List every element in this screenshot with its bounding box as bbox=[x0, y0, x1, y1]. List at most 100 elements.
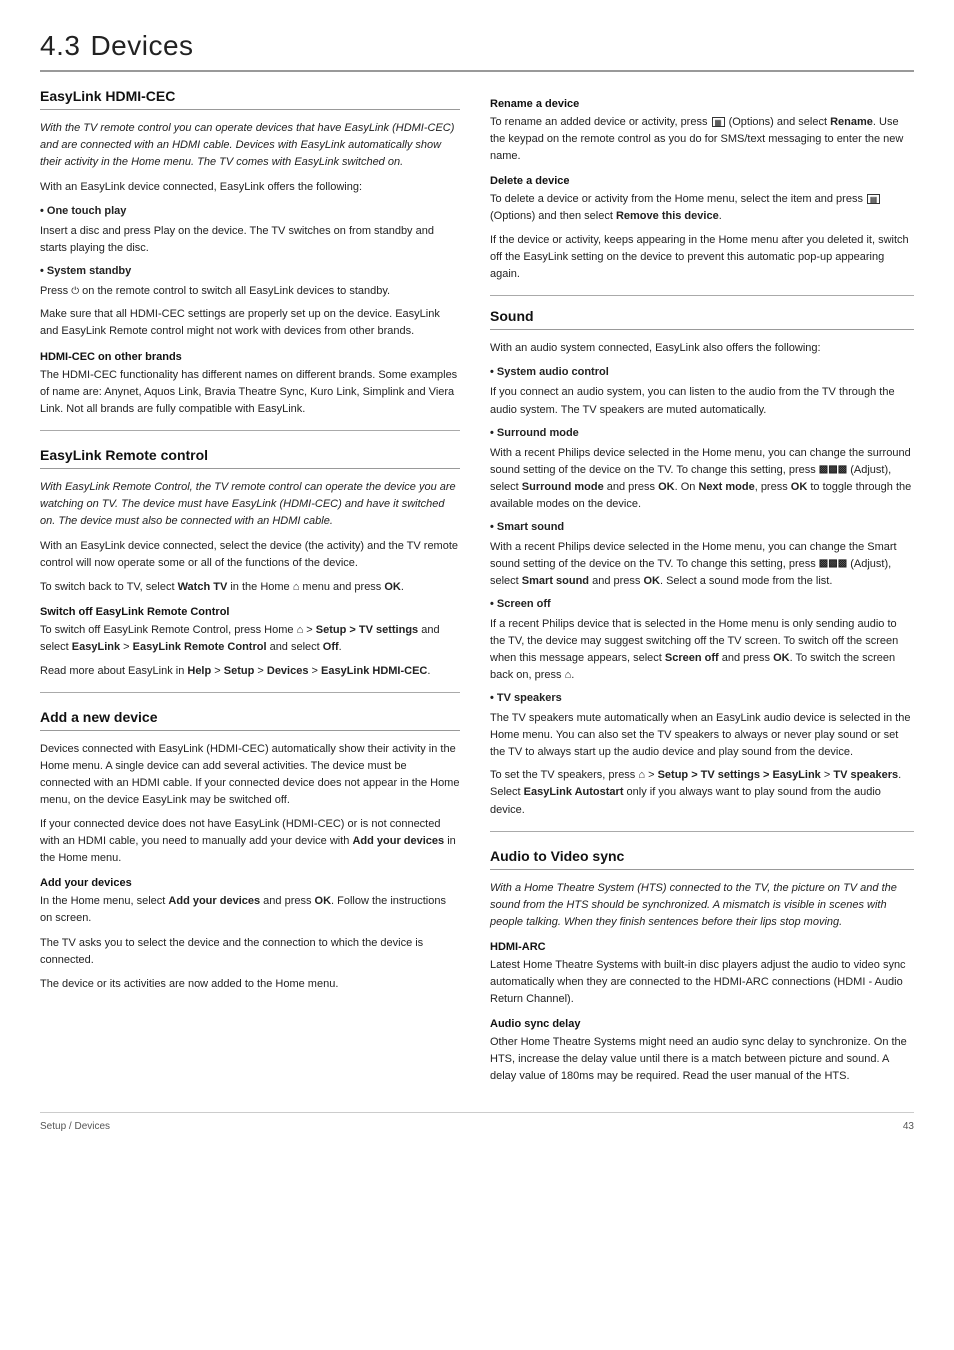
bullet-screen-off-body: If a recent Philips device that is selec… bbox=[490, 616, 914, 684]
easylink-hdmi-heading: EasyLink HDMI-CEC bbox=[40, 88, 460, 110]
options-icon: ▦ bbox=[712, 117, 725, 127]
hdmi-arc-body: Latest Home Theatre Systems with built-i… bbox=[490, 957, 914, 1008]
easylink-autostart-label: EasyLink Autostart bbox=[524, 786, 624, 798]
hdmi-arc-heading: HDMI-ARC bbox=[490, 941, 914, 953]
footer: Setup / Devices 43 bbox=[40, 1112, 914, 1132]
ok-label-5: OK bbox=[643, 575, 660, 587]
add-your-devices-para2: The TV asks you to select the device and… bbox=[40, 935, 460, 969]
options-icon-2: ▦ bbox=[867, 194, 880, 204]
divider-2 bbox=[40, 692, 460, 693]
bullet-screen-off-title: • Screen off bbox=[490, 598, 551, 610]
make-sure-text: Make sure that all HDMI-CEC settings are… bbox=[40, 306, 460, 340]
page-title: 4.3Devices bbox=[40, 30, 914, 72]
power-icon bbox=[71, 285, 79, 297]
next-mode-label: Next mode bbox=[698, 481, 754, 493]
ok-label-1: OK bbox=[384, 581, 401, 593]
rename-device-heading: Rename a device bbox=[490, 98, 914, 110]
bullet-smart-sound-body: With a recent Philips device selected in… bbox=[490, 539, 914, 590]
easylink-remote-heading: EasyLink Remote control bbox=[40, 447, 460, 469]
surround-mode-label: Surround mode bbox=[522, 481, 604, 493]
bullet-system-standby-body: Press on the remote control to switch al… bbox=[40, 283, 460, 300]
switch-off-body: To switch off EasyLink Remote Control, p… bbox=[40, 622, 460, 656]
bullet-surround-mode-title: • Surround mode bbox=[490, 427, 579, 439]
section-number: 4.3 bbox=[40, 30, 80, 61]
delete-device-body: To delete a device or activity from the … bbox=[490, 191, 914, 225]
bullet-surround-mode-body: With a recent Philips device selected in… bbox=[490, 445, 914, 513]
add-your-devices-label: Add your devices bbox=[352, 835, 444, 847]
bullet-surround-mode: • Surround mode With a recent Philips de… bbox=[490, 425, 914, 513]
easylink-label: EasyLink bbox=[72, 641, 120, 653]
easylink-hdmi-cec-label: EasyLink HDMI-CEC bbox=[321, 665, 427, 677]
delete-device-heading: Delete a device bbox=[490, 175, 914, 187]
audio-sync-delay-body: Other Home Theatre Systems might need an… bbox=[490, 1034, 914, 1085]
home-icon bbox=[293, 581, 300, 593]
audio-video-sync-heading: Audio to Video sync bbox=[490, 848, 914, 870]
bullet-one-touch-play-title: • One touch play bbox=[40, 205, 126, 217]
rename-label: Rename bbox=[830, 116, 873, 128]
easylink-remote-para2: To switch back to TV, select Watch TV in… bbox=[40, 579, 460, 596]
add-your-devices-heading: Add your devices bbox=[40, 877, 460, 889]
add-your-devices-bold: Add your devices bbox=[168, 895, 260, 907]
right-column: Rename a device To rename an added devic… bbox=[490, 88, 914, 1092]
footer-left: Setup / Devices bbox=[40, 1121, 110, 1132]
bullet-one-touch-play: • One touch play Insert a disc and press… bbox=[40, 203, 460, 257]
switch-off-heading: Switch off EasyLink Remote Control bbox=[40, 606, 460, 618]
divider-1 bbox=[40, 430, 460, 431]
divider-3 bbox=[490, 295, 914, 296]
watch-tv-label: Watch TV bbox=[178, 581, 228, 593]
setup-tv-settings-label: Setup > TV settings > EasyLink bbox=[658, 769, 821, 781]
add-new-device-para2: If your connected device does not have E… bbox=[40, 816, 460, 867]
devices-label: Devices bbox=[267, 665, 309, 677]
setup-label: Setup > TV settings bbox=[316, 624, 418, 636]
easylink-remote-para1: With an EasyLink device connected, selec… bbox=[40, 538, 460, 572]
setup-label-2: Setup bbox=[224, 665, 255, 677]
screen-off-label: Screen off bbox=[665, 652, 719, 664]
hdmi-cec-brands-heading: HDMI-CEC on other brands bbox=[40, 351, 460, 363]
tv-speakers-label: TV speakers bbox=[833, 769, 898, 781]
adjust-icon-2: ▩▩▩ bbox=[819, 556, 847, 572]
bullet-system-standby: • System standby Press on the remote con… bbox=[40, 263, 460, 300]
audio-video-sync-intro: With a Home Theatre System (HTS) connect… bbox=[490, 880, 914, 931]
delete-device-para2: If the device or activity, keeps appeari… bbox=[490, 232, 914, 283]
bullet-tv-speakers-body: The TV speakers mute automatically when … bbox=[490, 710, 914, 761]
home-icon-3 bbox=[565, 669, 572, 681]
help-label: Help bbox=[187, 665, 211, 677]
read-more-text: Read more about EasyLink in Help > Setup… bbox=[40, 663, 460, 680]
remove-device-label: Remove this device bbox=[616, 210, 719, 222]
adjust-icon: ▩▩▩ bbox=[819, 462, 847, 478]
tv-speakers-note: To set the TV speakers, press > Setup > … bbox=[490, 767, 914, 818]
bullet-one-touch-play-body: Insert a disc and press Play on the devi… bbox=[40, 223, 460, 257]
easylink-hdmi-intro-italic: With the TV remote control you can opera… bbox=[40, 120, 460, 171]
add-your-devices-para3: The device or its activities are now add… bbox=[40, 976, 460, 993]
divider-4 bbox=[490, 831, 914, 832]
ok-label-2: OK bbox=[315, 895, 332, 907]
add-your-devices-para1: In the Home menu, select Add your device… bbox=[40, 893, 460, 927]
bullet-screen-off: • Screen off If a recent Philips device … bbox=[490, 596, 914, 684]
footer-right: 43 bbox=[903, 1121, 914, 1132]
rename-device-body: To rename an added device or activity, p… bbox=[490, 114, 914, 165]
add-new-device-para1: Devices connected with EasyLink (HDMI-CE… bbox=[40, 741, 460, 809]
easylink-hdmi-intro: With an EasyLink device connected, EasyL… bbox=[40, 179, 460, 196]
bullet-tv-speakers-title: • TV speakers bbox=[490, 692, 562, 704]
home-icon-2 bbox=[297, 624, 304, 636]
bullet-smart-sound-title: • Smart sound bbox=[490, 521, 564, 533]
bullet-system-audio: • System audio control If you connect an… bbox=[490, 364, 914, 418]
bullet-system-audio-title: • System audio control bbox=[490, 366, 609, 378]
hdmi-cec-brands-body: The HDMI-CEC functionality has different… bbox=[40, 367, 460, 418]
sound-heading: Sound bbox=[490, 308, 914, 330]
bullet-tv-speakers: • TV speakers The TV speakers mute autom… bbox=[490, 690, 914, 761]
left-column: EasyLink HDMI-CEC With the TV remote con… bbox=[40, 88, 460, 1092]
bullet-system-audio-body: If you connect an audio system, you can … bbox=[490, 384, 914, 418]
easylink-remote-label: EasyLink Remote Control bbox=[133, 641, 267, 653]
bullet-system-standby-title: • System standby bbox=[40, 265, 131, 277]
ok-label-3: OK bbox=[658, 481, 675, 493]
easylink-remote-intro: With EasyLink Remote Control, the TV rem… bbox=[40, 479, 460, 530]
audio-sync-delay-heading: Audio sync delay bbox=[490, 1018, 914, 1030]
bullet-smart-sound: • Smart sound With a recent Philips devi… bbox=[490, 519, 914, 590]
add-new-device-heading: Add a new device bbox=[40, 709, 460, 731]
ok-label-6: OK bbox=[773, 652, 790, 664]
home-icon-4 bbox=[638, 769, 645, 781]
ok-label-4: OK bbox=[791, 481, 808, 493]
sound-intro: With an audio system connected, EasyLink… bbox=[490, 340, 914, 357]
smart-sound-label: Smart sound bbox=[522, 575, 589, 587]
